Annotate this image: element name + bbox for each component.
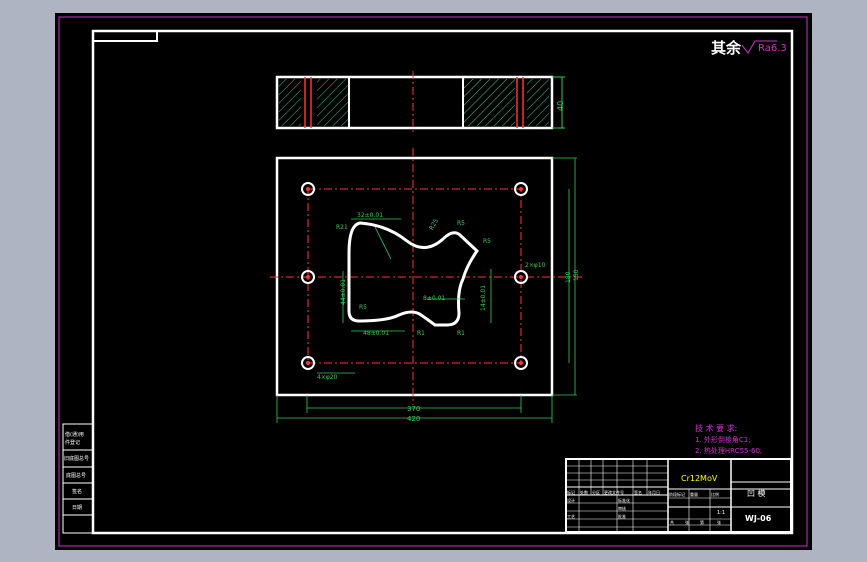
drawing-canvas: 其余 Ra6.3 40 32±0.01 48±0.01 44±0.01 8±0.…	[58, 16, 808, 547]
tb-label: 分区	[592, 489, 600, 495]
dim-overall-inner-height: 180	[565, 271, 572, 283]
tb-label: 标准化	[618, 497, 630, 503]
scale: 1:1	[717, 510, 725, 516]
title-block: Cr12MoV 凹 模 WJ-06 1:1 标记 处数 分区 更改文件号 签名 …	[565, 458, 792, 533]
mounting-holes	[301, 182, 528, 370]
stamp-label: 签名	[72, 488, 82, 495]
stamp-label: 件登记	[65, 439, 80, 446]
dim-right-small: 14±0.01	[480, 285, 487, 311]
top-left-tab	[92, 30, 158, 42]
tb-label: 阶段标记	[669, 491, 685, 497]
stamp-label: 旧底图总号	[64, 455, 89, 462]
tb-label: 第	[700, 519, 704, 525]
cad-viewport[interactable]: 其余 Ra6.3 40 32±0.01 48±0.01 44±0.01 8±0.…	[55, 13, 812, 550]
radius-label: R5	[483, 238, 491, 245]
radius-label: R5	[359, 304, 367, 311]
tb-label: 签名	[634, 489, 642, 495]
dim-overall-width: 420	[407, 415, 420, 423]
tb-label: 批准	[618, 513, 626, 519]
dim-overall-height: 150	[573, 269, 580, 281]
dim-pin-dia: 2×φ10	[525, 262, 546, 269]
dim-mid: 8±0.01	[423, 295, 445, 302]
tb-label: 更改文件号	[604, 489, 624, 495]
tb-label: 共	[670, 519, 674, 525]
plan-view: 32±0.01 48±0.01 44±0.01 8±0.01 14±0.01 3…	[270, 148, 585, 423]
drawing-frame	[91, 29, 794, 535]
tb-label: 设计	[567, 497, 575, 503]
radius-label: R21	[336, 224, 348, 231]
tb-label: 工艺	[567, 514, 575, 519]
tech-req-item: 1. 外形倒棱角C1;	[695, 435, 751, 444]
radius-label: R1	[417, 330, 425, 337]
stamp-label: 日期	[72, 505, 82, 511]
tb-label: 处数	[580, 489, 588, 495]
tb-label: 年月日	[648, 489, 660, 495]
stamp-label: 底图总号	[66, 472, 86, 479]
tb-label: 标记	[567, 489, 575, 495]
sheet-border	[58, 16, 808, 547]
dim-bottom-width: 48±0.01	[363, 330, 389, 337]
dim-hole-dia: 4×φ20	[317, 374, 338, 381]
dim-left-height: 44±0.01	[340, 279, 347, 305]
tb-label: 审核	[618, 505, 626, 511]
tb-label: 重量	[690, 491, 698, 497]
tech-req-item: 2. 热处理HRC55-60;	[695, 446, 762, 455]
roughness-value: Ra6.3	[758, 43, 787, 54]
dim-top-width: 32±0.01	[357, 212, 383, 219]
tb-label: 张	[685, 519, 689, 525]
radius-label: R25	[428, 218, 440, 232]
stamp-label: 借(通)用	[65, 431, 84, 438]
tb-label: 比例	[711, 491, 719, 497]
radius-label: R1	[457, 330, 465, 337]
tb-label: 张	[717, 519, 721, 525]
tech-req-title: 技 术 要 求:	[695, 423, 737, 433]
drawing-number: WJ-06	[745, 514, 772, 523]
thickness-dim: 40	[556, 101, 565, 111]
part-name: 凹 模	[747, 488, 766, 498]
roughness-prefix: 其余	[711, 39, 742, 57]
side-view: 40	[275, 71, 565, 133]
material: Cr12MoV	[681, 474, 718, 483]
dim-overall-inner: 370	[407, 405, 420, 413]
left-stamp: 借(通)用 件登记 旧底图总号 底图总号 签名 日期	[62, 423, 94, 534]
radius-label: R5	[457, 220, 465, 227]
